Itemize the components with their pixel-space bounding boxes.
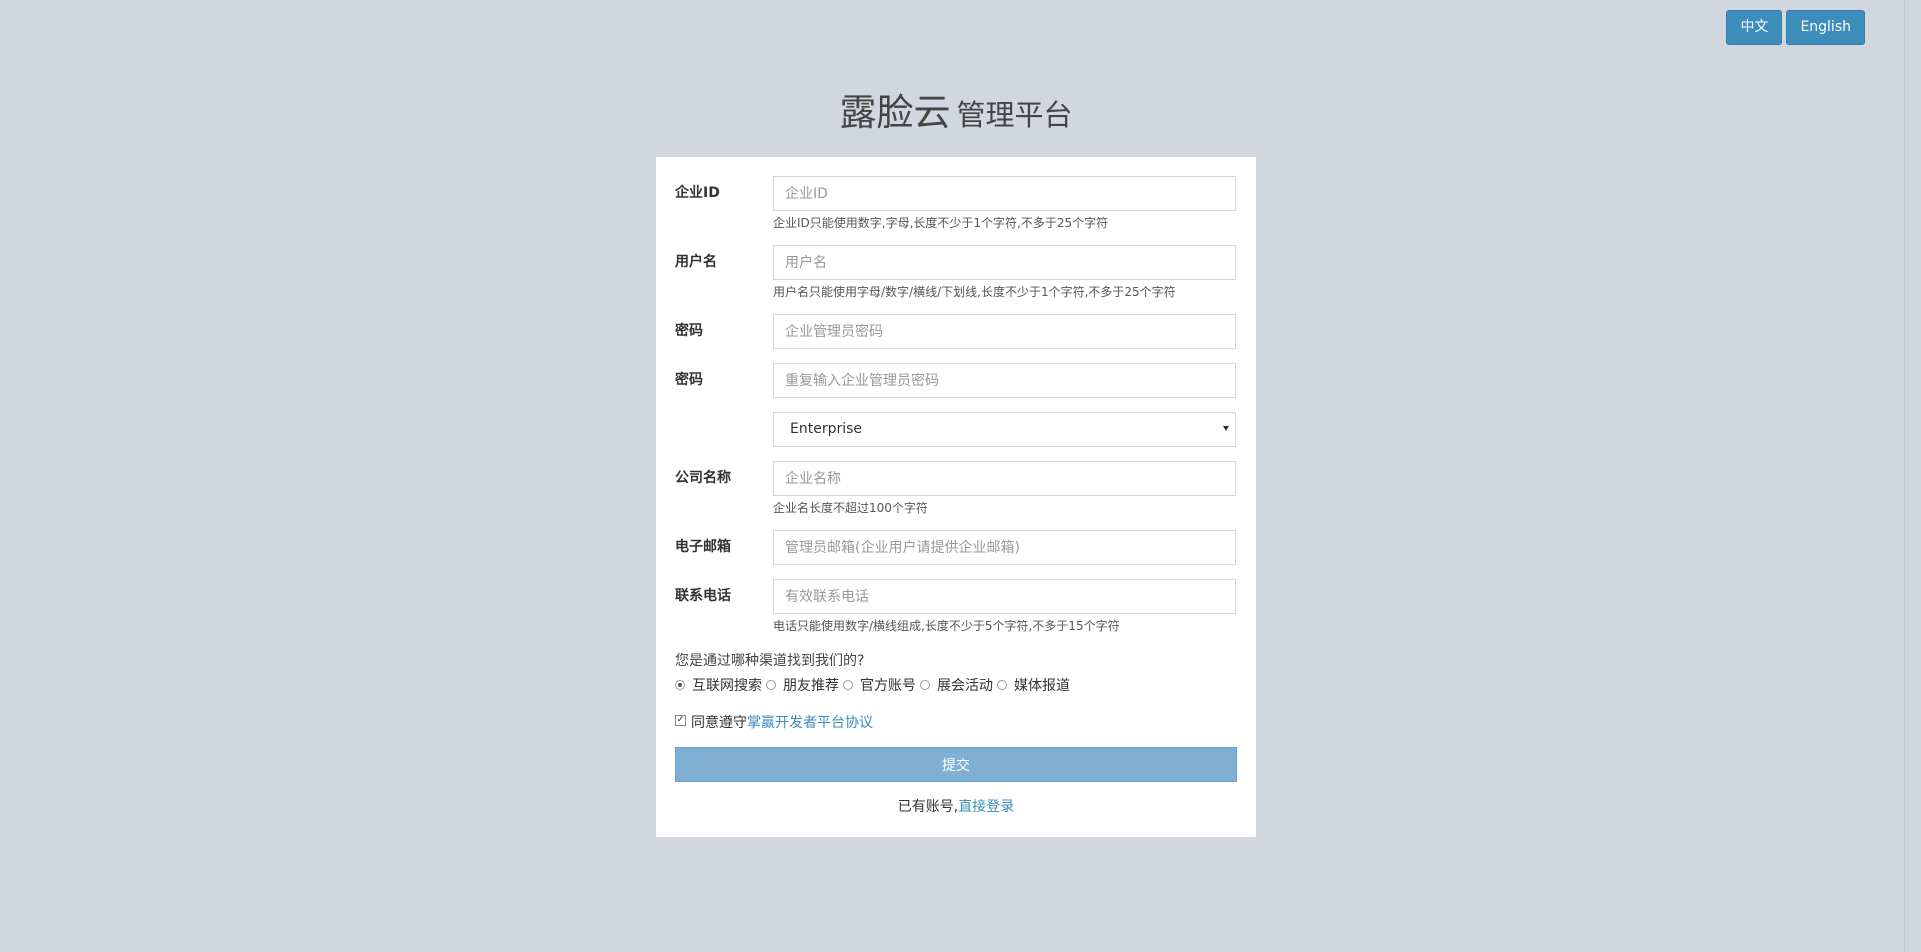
email-input[interactable] [773,530,1236,565]
agreement-row: ✓ 同意遵守 掌赢开发者平台协议 [675,712,873,732]
radio-button[interactable] [920,680,930,690]
submit-button[interactable]: 提交 [675,747,1237,782]
password-confirm-input[interactable] [773,363,1236,398]
lang-english-button[interactable]: English [1786,10,1865,45]
account-type-value: Enterprise [790,421,863,437]
company-name-label: 公司名称 [675,470,731,486]
source-option-label: 互联网搜索 [692,678,762,694]
register-form-card: 企业ID 企业ID只能使用数字,字母,长度不少于1个字符,不多于25个字符 用户… [656,157,1256,837]
agreement-checkbox[interactable]: ✓ [675,714,686,726]
company-name-help: 企业名长度不超过100个字符 [773,501,928,515]
password-confirm-label: 密码 [675,372,703,388]
phone-input[interactable] [773,579,1236,614]
phone-label: 联系电话 [675,588,731,604]
password-label: 密码 [675,323,703,339]
brand-subtitle: 管理平台 [956,98,1073,132]
company-id-label: 企业ID [675,185,720,201]
source-option-media[interactable]: 媒体报道 [997,675,1070,695]
email-label: 电子邮箱 [675,539,731,555]
lang-chinese-button[interactable]: 中文 [1726,10,1783,45]
agreement-link[interactable]: 掌赢开发者平台协议 [747,712,873,732]
source-option-exhibition[interactable]: 展会活动 [920,675,993,695]
chevron-down-icon [1223,426,1229,431]
source-question: 您是通过哪种渠道找到我们的? [675,653,865,669]
account-type-select[interactable]: Enterprise [773,412,1236,447]
radio-button[interactable] [843,680,853,690]
username-label: 用户名 [675,254,717,270]
language-switcher: 中文 English [1726,10,1865,45]
agreement-prefix: 同意遵守 [691,715,747,731]
source-option-internet-search[interactable]: 互联网搜索 [675,675,762,695]
radio-button[interactable] [997,680,1007,690]
login-prefix: 已有账号, [897,799,959,815]
page-title: 露脸云 管理平台 [656,82,1256,136]
company-id-input[interactable] [773,176,1236,211]
phone-help: 电话只能使用数字/横线组成,长度不少于5个字符,不多于15个字符 [773,619,1120,633]
vertical-scrollbar[interactable] [1904,0,1921,952]
source-radio-group: 互联网搜索 朋友推荐 官方账号 展会活动 媒体报道 [675,675,1074,695]
brand-name: 露脸云 [839,91,951,134]
username-input[interactable] [773,245,1236,280]
radio-button[interactable] [675,680,685,690]
source-option-official-account[interactable]: 官方账号 [843,675,916,695]
company-id-help: 企业ID只能使用数字,字母,长度不少于1个字符,不多于25个字符 [773,216,1109,230]
username-help: 用户名只能使用字母/数字/横线/下划线,长度不少于1个字符,不多于25个字符 [773,285,1176,299]
source-option-label: 展会活动 [937,678,993,694]
source-option-label: 朋友推荐 [783,678,839,694]
source-option-label: 媒体报道 [1014,678,1070,694]
password-input[interactable] [773,314,1236,349]
source-option-label: 官方账号 [860,678,916,694]
company-name-input[interactable] [773,461,1236,496]
login-prompt: 已有账号,直接登录 [656,796,1256,816]
login-link[interactable]: 直接登录 [958,799,1014,815]
source-option-friend-referral[interactable]: 朋友推荐 [766,675,839,695]
radio-button[interactable] [766,680,776,690]
